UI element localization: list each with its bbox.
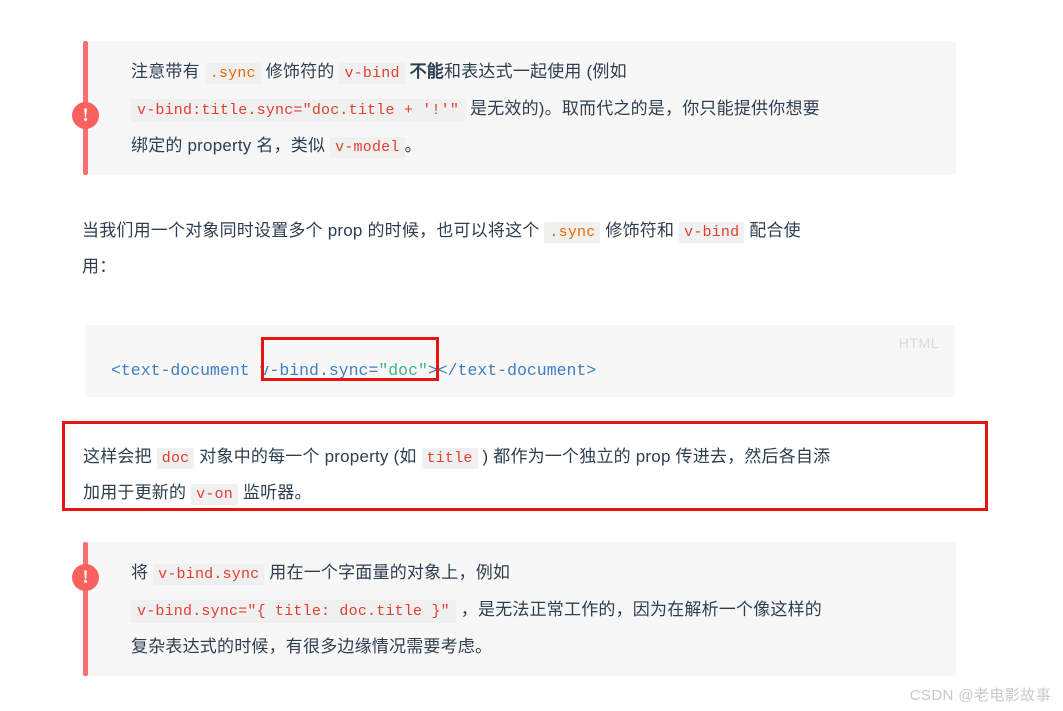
callout-bottom-line-3: 复杂表达式的时候，有很多边缘情况需要考虑。 [131, 630, 938, 664]
text-fragment: 注意带有 [131, 62, 200, 81]
text-fragment: 和表达式一起使用 (例如 [444, 62, 627, 81]
code-token-attribute: v-bind.sync= [259, 361, 379, 380]
text-fragment: ，是无法正常工作的，因为在解析一个像这样的 [460, 600, 822, 619]
text-fragment: 用： [82, 257, 117, 276]
code-language-label: HTML [898, 335, 939, 351]
inline-code-doc: doc [156, 448, 195, 469]
text-fragment: 配合使 [749, 221, 801, 240]
csdn-watermark: CSDN @老电影故事 [909, 687, 1051, 704]
warning-exclamation-icon: ! [72, 102, 99, 129]
text-fragment: 当我们用一个对象同时设置多个 prop 的时候，也可以将这个 [82, 221, 540, 240]
callout-bottom-line-2: v-bind.sync="{ title: doc.title }" ，是无法正… [131, 592, 938, 630]
annotated-line-1: 这样会把 doc 对象中的每一个 property (如 title ) 都作为… [83, 440, 830, 476]
text-fragment: 监听器。 [242, 483, 312, 502]
code-block-html: HTML <text-document v-bind.sync="doc"></… [85, 325, 955, 397]
text-fragment: 这样会把 [83, 447, 152, 466]
text-fragment: 加用于更新的 [83, 483, 187, 502]
inline-code-von: v-on [191, 484, 238, 505]
text-fragment: 修饰符和 [605, 221, 675, 240]
warning-callout-bottom: ! 将 v-bind.sync 用在一个字面量的对象上，例如 v-bind.sy… [72, 542, 956, 676]
callout-accent-bar [83, 542, 88, 676]
code-token-tag-close: ></text-document> [427, 361, 597, 380]
inline-code-vbind: v-bind [339, 63, 405, 84]
paragraph-line-2: 用： [82, 250, 962, 284]
text-fragment: 对象中的每一个 property (如 [199, 447, 417, 466]
inline-code-vbind: v-bind [679, 222, 745, 243]
callout-top-line-1: 注意带有 .sync 修饰符的 v-bind 不能和表达式一起使用 (例如 [131, 55, 938, 91]
inline-code-vmodel: v-model [330, 137, 405, 158]
callout-text-top: 注意带有 .sync 修饰符的 v-bind 不能和表达式一起使用 (例如 v-… [131, 55, 938, 165]
inline-code-title: title [421, 448, 478, 469]
inline-code-vbind-sync-literal: v-bind.sync="{ title: doc.title }" [131, 600, 456, 623]
warning-callout-top: ! 注意带有 .sync 修饰符的 v-bind 不能和表达式一起使用 (例如 … [72, 41, 956, 175]
callout-text-bottom: 将 v-bind.sync 用在一个字面量的对象上，例如 v-bind.sync… [131, 556, 938, 664]
text-fragment: 绑定的 property 名，类似 [131, 136, 326, 155]
annotated-line-2: 加用于更新的 v-on 监听器。 [83, 476, 830, 512]
paragraph-line-1: 当我们用一个对象同时设置多个 prop 的时候，也可以将这个 .sync 修饰符… [82, 214, 962, 250]
callout-top-line-3: 绑定的 property 名，类似 v-model。 [131, 129, 938, 165]
text-fragment: ) 都作为一个独立的 prop 传进去，然后各自添 [482, 447, 831, 466]
inline-code-sync: .sync [544, 222, 601, 243]
body-paragraph: 当我们用一个对象同时设置多个 prop 的时候，也可以将这个 .sync 修饰符… [82, 214, 962, 284]
code-token-string: "doc" [378, 361, 428, 380]
inline-code-vbind-title-sync: v-bind:title.sync="doc.title + '!'" [131, 99, 466, 122]
callout-bottom-line-1: 将 v-bind.sync 用在一个字面量的对象上，例如 [131, 556, 938, 592]
code-content[interactable]: <text-document v-bind.sync="doc"></text-… [111, 358, 596, 384]
callout-top-line-2: v-bind:title.sync="doc.title + '!'" 是无效的… [131, 91, 938, 129]
warning-exclamation-icon: ! [72, 564, 99, 591]
inline-code-sync: .sync [204, 63, 261, 84]
document-page: ! 注意带有 .sync 修饰符的 v-bind 不能和表达式一起使用 (例如 … [0, 0, 1063, 711]
text-fragment: 修饰符的 [265, 62, 335, 81]
text-fragment: 。 [404, 136, 422, 155]
text-fragment: 将 [131, 563, 149, 582]
annotated-paragraph-section: 这样会把 doc 对象中的每一个 property (如 title ) 都作为… [62, 421, 988, 511]
text-emphasis: 不能 [409, 62, 445, 81]
text-fragment: 是无效的)。取而代之的是，你只能提供你想要 [470, 99, 820, 118]
text-fragment: 用在一个字面量的对象上，例如 [269, 563, 511, 582]
inline-code-vbind-sync: v-bind.sync [153, 564, 265, 585]
code-token-tag-open: <text-document [111, 361, 260, 380]
annotated-paragraph-text: 这样会把 doc 对象中的每一个 property (如 title ) 都作为… [83, 440, 830, 512]
text-fragment: 复杂表达式的时候，有很多边缘情况需要考虑。 [131, 637, 493, 656]
